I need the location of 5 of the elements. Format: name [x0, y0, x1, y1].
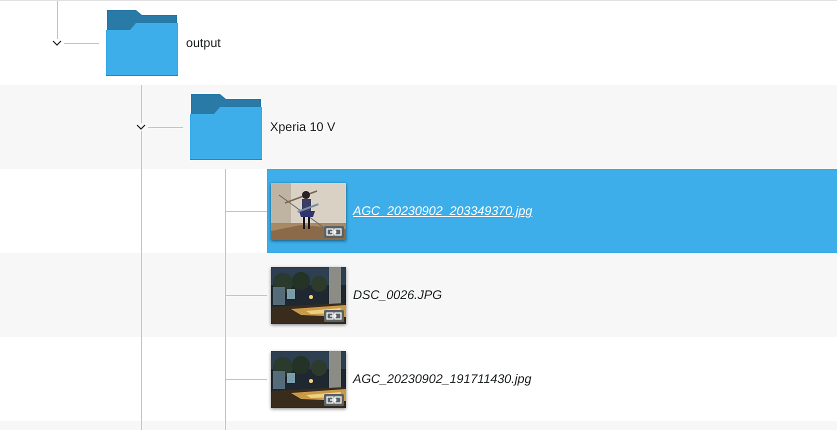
folder-icon — [190, 94, 262, 160]
folder-icon — [106, 10, 178, 76]
file-row-highlight[interactable]: AGC_20230902_191711430.jpg — [267, 337, 837, 421]
folder-name: output — [186, 36, 221, 50]
folder-name: Xperia 10 V — [270, 120, 336, 134]
